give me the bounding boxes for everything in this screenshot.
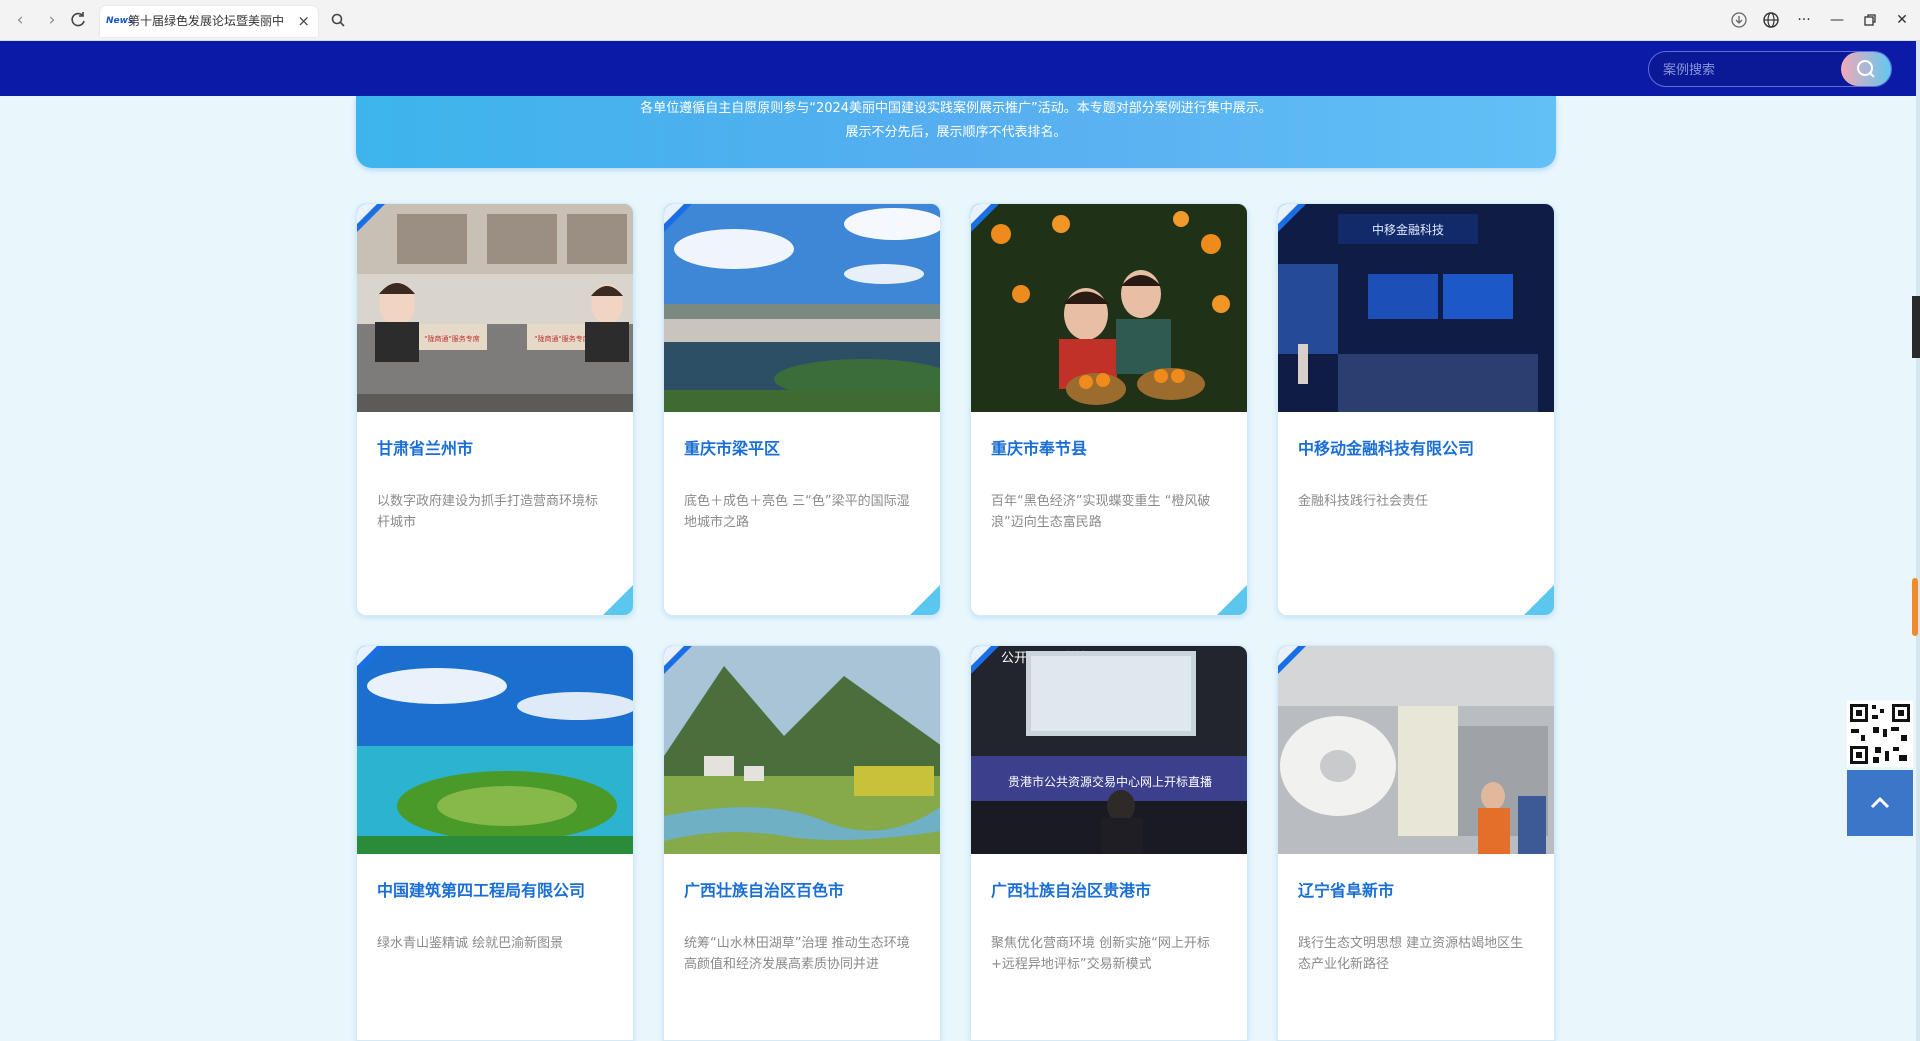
card-description: 以数字政府建设为抓手打造营商环境标杆城市: [377, 494, 599, 530]
photo-banner-text: 贵港市公共资源交易中心网上开标直播: [1008, 774, 1212, 789]
card-image: [664, 204, 940, 412]
forward-arrow-icon[interactable]: ›: [40, 8, 64, 32]
back-arrow-icon[interactable]: ‹: [8, 8, 32, 32]
browser-tab[interactable]: News 第十届绿色发展论坛暨美丽中 ×: [100, 6, 318, 37]
card-image: [1278, 646, 1554, 854]
case-card[interactable]: 中移金融科技 中移动金融科技有限公司 金融科技践行社会责任: [1277, 203, 1555, 616]
banner-line-2: 展示不分先后，展示顺序不代表排名。: [845, 125, 1067, 140]
card-description: 聚焦优化营商环境 创新实施“网上开标+远程异地评标”交易新模式: [991, 936, 1210, 972]
corner-decoration: [1278, 646, 1306, 674]
globe-icon[interactable]: [1759, 8, 1783, 32]
scrollbar-track[interactable]: [1916, 41, 1920, 1041]
card-title[interactable]: 广西壮族自治区百色市: [684, 880, 924, 902]
case-card[interactable]: 重庆市奉节县 百年“黑色经济”实现蝶变重生 “橙风破浪”迈向生态富民路: [970, 203, 1248, 616]
corner-decoration: [664, 646, 692, 674]
intro-banner: 各单位遵循自主自愿原则参与“2024美丽中国建设实践案例展示推广”活动。本专题对…: [356, 96, 1556, 168]
card-description: 统筹“山水林田湖草”治理 推动生态环境高颜值和经济发展高素质协同并进: [684, 936, 910, 972]
corner-decoration: [603, 585, 633, 615]
corner-decoration: [1278, 204, 1306, 232]
corner-decoration: [357, 204, 385, 232]
card-title[interactable]: 中移动金融科技有限公司: [1298, 438, 1538, 460]
card-title[interactable]: 广西壮族自治区贵港市: [991, 880, 1231, 902]
card-title[interactable]: 重庆市梁平区: [684, 438, 924, 460]
case-card[interactable]: 公开 公正 高效 贵港市公共资源交易中心网上开标直播 广西壮族自治区贵港市 聚焦…: [970, 645, 1248, 1041]
restore-icon[interactable]: [1858, 8, 1882, 32]
download-icon[interactable]: [1727, 8, 1751, 32]
search-button[interactable]: [1841, 52, 1891, 86]
case-card[interactable]: 重庆市梁平区 底色＋成色＋亮色 三“色”梁平的国际湿地城市之路: [663, 203, 941, 616]
card-image: 中移金融科技: [1278, 204, 1554, 412]
card-title[interactable]: 辽宁省阜新市: [1298, 880, 1538, 902]
corner-decoration: [357, 646, 385, 674]
photo-sign: 中移金融科技: [1372, 222, 1444, 237]
card-description: 金融科技践行社会责任: [1298, 494, 1429, 509]
card-image: [357, 646, 633, 854]
close-tab-icon[interactable]: ×: [297, 11, 310, 31]
card-image: [971, 204, 1247, 412]
site-header: [0, 41, 1920, 96]
news-favicon-icon: News: [106, 16, 134, 26]
case-card[interactable]: 中国建筑第四工程局有限公司 绿水青山鉴精诚 绘就巴渝新图景: [356, 645, 634, 1041]
card-image: 公开 公正 高效 贵港市公共资源交易中心网上开标直播: [971, 646, 1247, 854]
card-title[interactable]: 中国建筑第四工程局有限公司: [377, 880, 617, 902]
case-card[interactable]: 辽宁省阜新市 践行生态文明思想 建立资源枯竭地区生态产业化新路径: [1277, 645, 1555, 1041]
card-title[interactable]: 甘肃省兰州市: [377, 438, 617, 460]
back-to-top-button[interactable]: [1847, 770, 1913, 836]
case-card[interactable]: "陇商通"服务专席 "陇商通"服务专席 甘肃省兰州市 以数字政府建设为抓手打造营…: [356, 203, 634, 616]
card-description: 底色＋成色＋亮色 三“色”梁平的国际湿地城市之路: [684, 494, 910, 530]
card-description: 百年“黑色经济”实现蝶变重生 “橙风破浪”迈向生态富民路: [991, 494, 1211, 530]
photo-sign-right: "陇商通"服务专席: [534, 334, 589, 343]
scroll-position-marker: [1912, 578, 1918, 636]
card-title[interactable]: 重庆市奉节县: [991, 438, 1231, 460]
case-card[interactable]: 广西壮族自治区百色市 统筹“山水林田湖草”治理 推动生态环境高颜值和经济发展高素…: [663, 645, 941, 1041]
corner-decoration: [1524, 585, 1554, 615]
search-input[interactable]: [1663, 60, 1823, 80]
card-image: "陇商通"服务专席 "陇商通"服务专席: [357, 204, 633, 412]
card-description: 绿水青山鉴精诚 绘就巴渝新图景: [377, 936, 564, 951]
chevron-up-icon: [1870, 796, 1890, 809]
corner-decoration: [971, 646, 999, 674]
close-window-icon[interactable]: ✕: [1890, 8, 1914, 32]
card-description: 践行生态文明思想 建立资源枯竭地区生态产业化新路径: [1298, 936, 1524, 972]
scrollbar-thumb[interactable]: [1912, 296, 1920, 358]
corner-decoration: [664, 204, 692, 232]
minimize-icon[interactable]: —: [1825, 8, 1849, 32]
card-image: [664, 646, 940, 854]
search-box: [1648, 51, 1892, 87]
corner-decoration: [971, 204, 999, 232]
photo-sign-left: "陇商通"服务专席: [424, 334, 479, 343]
more-icon[interactable]: ···: [1792, 8, 1816, 32]
reload-icon[interactable]: [66, 8, 90, 32]
search-icon[interactable]: [326, 8, 350, 32]
browser-toolbar: ‹ › News 第十届绿色发展论坛暨美丽中 × ··· — ✕: [0, 0, 1920, 41]
corner-decoration: [910, 585, 940, 615]
banner-line-1: 各单位遵循自主自愿原则参与“2024美丽中国建设实践案例展示推广”活动。本专题对…: [640, 101, 1272, 116]
qr-code-icon: [1847, 701, 1913, 767]
corner-decoration: [1217, 585, 1247, 615]
tab-title: 第十届绿色发展论坛暨美丽中: [128, 14, 285, 28]
